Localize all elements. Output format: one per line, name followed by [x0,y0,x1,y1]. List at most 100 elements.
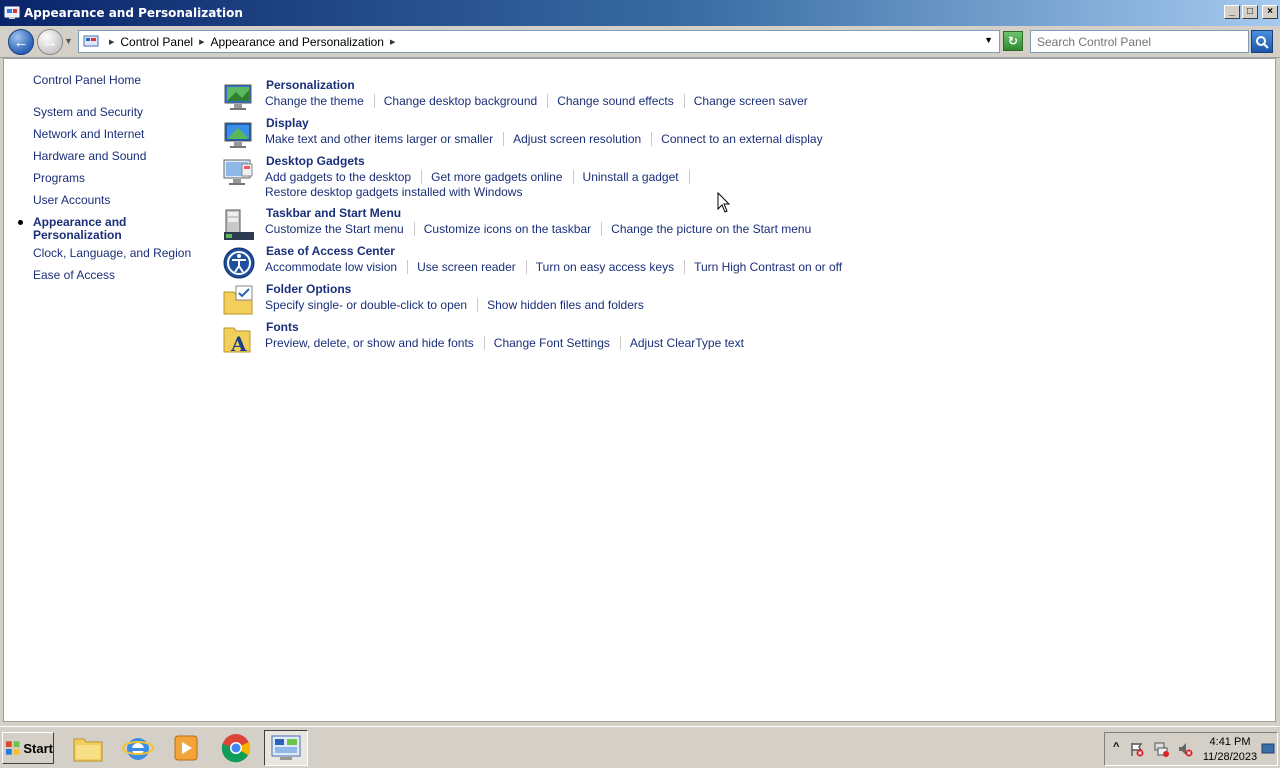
search-input[interactable] [1030,30,1249,53]
sidebar-item-clock-language[interactable]: Clock, Language, and Region [33,247,191,260]
sidebar: Control Panel Home System and Security N… [4,59,214,721]
personalization-title[interactable]: Personalization [266,78,355,92]
search-icon [1256,35,1269,49]
history-dropdown-icon[interactable]: ▼ [64,36,73,46]
display-title[interactable]: Display [266,116,309,130]
minimize-button[interactable]: _ [1224,5,1240,19]
change-start-menu-picture-link[interactable]: Change the picture on the Start menu [611,222,811,236]
fonts-title[interactable]: Fonts [266,320,299,334]
maximize-button[interactable]: □ [1242,5,1258,19]
show-hidden-icons-button[interactable]: ^ [1113,741,1119,753]
sidebar-item-ease-of-access[interactable]: Ease of Access [33,269,115,282]
get-more-gadgets-link[interactable]: Get more gadgets online [431,170,562,184]
ease-of-access-center-title[interactable]: Ease of Access Center [266,244,395,258]
taskbar-media-player[interactable] [164,730,208,766]
use-screen-reader-link[interactable]: Use screen reader [417,260,516,274]
change-sound-effects-link[interactable]: Change sound effects [557,94,674,108]
customize-taskbar-icons-link[interactable]: Customize icons on the taskbar [424,222,591,236]
change-font-settings-link[interactable]: Change Font Settings [494,336,610,350]
refresh-icon: ↻ [1007,34,1019,48]
back-button[interactable]: ← [8,29,34,55]
forward-arrow-icon: → [42,33,58,51]
forward-button[interactable]: → [37,29,63,55]
taskbar-internet-explorer[interactable] [116,730,160,766]
taskbar-control-panel[interactable] [264,730,308,766]
chrome-icon [221,734,251,763]
link-separator [373,94,375,108]
breadcrumb-separator-icon[interactable]: ▶ [199,38,204,46]
network-icon[interactable] [1153,741,1169,757]
close-button[interactable]: × [1262,5,1278,19]
title-bar: Appearance and Personalization _ □ × [0,0,1280,26]
volume-icon[interactable] [1177,741,1193,757]
folder-options-title[interactable]: Folder Options [266,282,351,296]
ease-of-access-icon[interactable] [222,246,256,280]
sidebar-item-system-security[interactable]: System and Security [33,106,143,119]
sidebar-item-hardware-sound[interactable]: Hardware and Sound [33,150,146,163]
control-panel-icon [271,735,301,760]
show-desktop-icon[interactable] [1261,741,1275,757]
windows-flag-icon [5,741,20,755]
ease-of-access-links: Accommodate low vision Use screen reader… [265,260,842,274]
change-screen-saver-link[interactable]: Change screen saver [694,94,808,108]
breadcrumb-root-arrow-icon[interactable]: ▶ [109,38,114,46]
accommodate-low-vision-link[interactable]: Accommodate low vision [265,260,397,274]
taskbar-icon[interactable] [222,208,256,242]
taskbar-start-menu-links: Customize the Start menu Customize icons… [265,222,811,236]
link-separator [413,222,415,236]
link-separator [619,336,621,350]
adjust-screen-resolution-link[interactable]: Adjust screen resolution [513,132,641,146]
link-separator [547,94,549,108]
window-title: Appearance and Personalization [24,6,243,20]
start-label: Start [23,740,53,756]
control-panel-breadcrumb-icon [83,35,99,46]
folder-options-icon[interactable] [222,284,256,318]
navigation-bar: ← → ▼ ▶ Control Panel ▶ Appearance and P… [0,26,1280,58]
high-contrast-link[interactable]: Turn High Contrast on or off [694,260,842,274]
single-double-click-link[interactable]: Specify single- or double-click to open [265,298,467,312]
display-icon[interactable] [222,118,256,152]
window-controls: _ □ × [1224,5,1278,19]
connect-external-display-link[interactable]: Connect to an external display [661,132,822,146]
sidebar-item-network-internet[interactable]: Network and Internet [33,128,144,141]
link-separator [572,170,574,184]
start-button[interactable]: Start [2,732,54,764]
taskbar-file-explorer[interactable] [66,730,110,766]
breadcrumb-control-panel[interactable]: Control Panel [120,35,193,49]
control-panel-window-icon [4,6,20,19]
control-panel-home-link[interactable]: Control Panel Home [33,74,141,87]
uninstall-gadget-link[interactable]: Uninstall a gadget [583,170,679,184]
breadcrumb-appearance[interactable]: Appearance and Personalization [211,35,384,49]
preview-fonts-link[interactable]: Preview, delete, or show and hide fonts [265,336,474,350]
refresh-button[interactable]: ↻ [1003,31,1023,51]
make-text-larger-link[interactable]: Make text and other items larger or smal… [265,132,493,146]
link-separator [601,222,603,236]
link-separator [483,336,485,350]
easy-access-keys-link[interactable]: Turn on easy access keys [536,260,674,274]
taskbar-chrome[interactable] [214,730,258,766]
sidebar-item-programs[interactable]: Programs [33,172,85,185]
adjust-cleartype-link[interactable]: Adjust ClearType text [630,336,744,350]
desktop-gadgets-links: Add gadgets to the desktop Get more gadg… [265,170,699,184]
desktop-gadgets-title[interactable]: Desktop Gadgets [266,154,365,168]
address-dropdown-icon[interactable]: ▼ [984,35,993,45]
breadcrumb-end-arrow-icon[interactable]: ▶ [390,38,395,46]
personalization-icon[interactable] [222,80,256,114]
fonts-icon[interactable]: A [222,322,256,356]
restore-gadgets-link[interactable]: Restore desktop gadgets installed with W… [265,185,522,199]
clock[interactable]: 4:41 PM 11/28/2023 [1201,735,1259,765]
personalization-links: Change the theme Change desktop backgrou… [265,94,808,108]
back-arrow-icon: ← [13,33,29,51]
search-button[interactable] [1251,30,1273,53]
show-hidden-files-link[interactable]: Show hidden files and folders [487,298,644,312]
sidebar-item-user-accounts[interactable]: User Accounts [33,194,110,207]
desktop-gadgets-icon[interactable] [222,156,256,190]
taskbar-start-menu-title[interactable]: Taskbar and Start Menu [266,206,401,220]
change-desktop-background-link[interactable]: Change desktop background [384,94,537,108]
action-center-flag-icon[interactable] [1129,741,1145,757]
current-page-bullet [18,220,23,225]
address-bar[interactable]: ▶ Control Panel ▶ Appearance and Persona… [78,30,1000,53]
add-gadgets-link[interactable]: Add gadgets to the desktop [265,170,411,184]
change-theme-link[interactable]: Change the theme [265,94,364,108]
customize-start-menu-link[interactable]: Customize the Start menu [265,222,404,236]
